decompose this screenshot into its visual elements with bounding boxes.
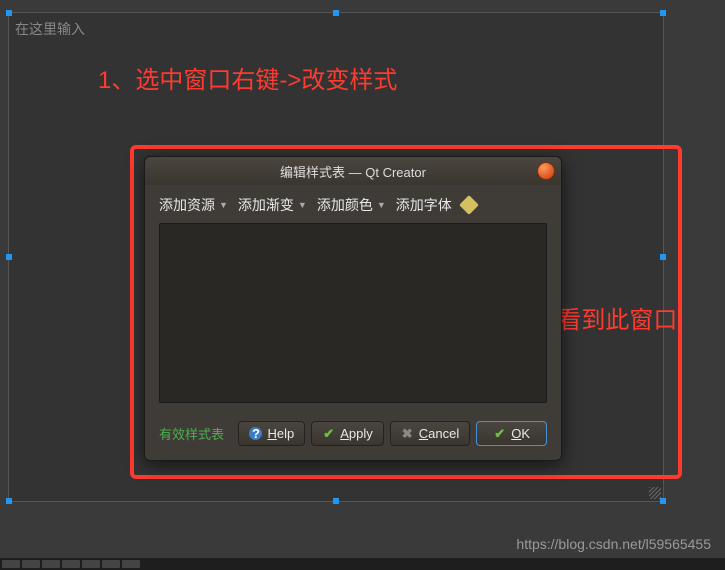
color-picker-icon[interactable] xyxy=(459,195,479,215)
add-gradient-label: 添加渐变 xyxy=(238,195,294,215)
apply-button-label: Apply xyxy=(340,426,373,441)
check-icon: ✔ xyxy=(493,427,506,440)
check-icon: ✔ xyxy=(322,427,335,440)
resize-handle[interactable] xyxy=(6,10,12,16)
watermark-text: https://blog.csdn.net/l59565455 xyxy=(516,536,711,552)
add-color-label: 添加颜色 xyxy=(317,195,373,215)
help-button[interactable]: ? Help xyxy=(238,421,305,446)
help-icon: ? xyxy=(249,427,262,440)
resize-handle[interactable] xyxy=(660,254,666,260)
add-font-label: 添加字体 xyxy=(396,195,452,215)
stylesheet-textarea[interactable] xyxy=(159,223,547,403)
cancel-button[interactable]: ✖ Cancel xyxy=(390,421,470,446)
chevron-down-icon: ▼ xyxy=(298,200,307,210)
dialog-button-bar: 有效样式表 ? Help ✔ Apply ✖ Cancel ✔ OK xyxy=(145,413,561,460)
close-button[interactable] xyxy=(537,162,555,180)
close-icon: ✖ xyxy=(401,427,414,440)
form-placeholder: 在这里输入 xyxy=(15,19,85,39)
add-resource-label: 添加资源 xyxy=(159,195,215,215)
resize-handle[interactable] xyxy=(333,498,339,504)
ok-button[interactable]: ✔ OK xyxy=(476,421,547,446)
chevron-down-icon: ▼ xyxy=(377,200,386,210)
resize-handle[interactable] xyxy=(333,10,339,16)
annotation-step-1: 1、选中窗口右键->改变样式 xyxy=(98,60,397,95)
canvas-background: 在这里输入 1、选中窗口右键->改变样式 2、看到此窗口 编辑样式表 — Qt … xyxy=(0,0,725,570)
resize-grip-icon[interactable] xyxy=(649,487,661,499)
dialog-titlebar[interactable]: 编辑样式表 — Qt Creator xyxy=(145,157,561,185)
add-resource-dropdown[interactable]: 添加资源 ▼ xyxy=(159,195,228,215)
add-font-button[interactable]: 添加字体 xyxy=(396,195,452,215)
dialog-title: 编辑样式表 — Qt Creator xyxy=(280,162,426,181)
ok-button-label: OK xyxy=(511,426,530,441)
chevron-down-icon: ▼ xyxy=(219,200,228,210)
cancel-button-label: Cancel xyxy=(419,426,459,441)
validity-label: 有效样式表 xyxy=(159,424,224,443)
apply-button[interactable]: ✔ Apply xyxy=(311,421,384,446)
resize-handle[interactable] xyxy=(6,254,12,260)
add-gradient-dropdown[interactable]: 添加渐变 ▼ xyxy=(238,195,307,215)
dialog-toolbar: 添加资源 ▼ 添加渐变 ▼ 添加颜色 ▼ 添加字体 xyxy=(145,185,561,223)
taskbar xyxy=(0,558,725,570)
help-button-label: Help xyxy=(267,426,294,441)
stylesheet-editor-dialog: 编辑样式表 — Qt Creator 添加资源 ▼ 添加渐变 ▼ 添加颜色 ▼ … xyxy=(144,156,562,461)
resize-handle[interactable] xyxy=(660,10,666,16)
add-color-dropdown[interactable]: 添加颜色 ▼ xyxy=(317,195,386,215)
resize-handle[interactable] xyxy=(6,498,12,504)
